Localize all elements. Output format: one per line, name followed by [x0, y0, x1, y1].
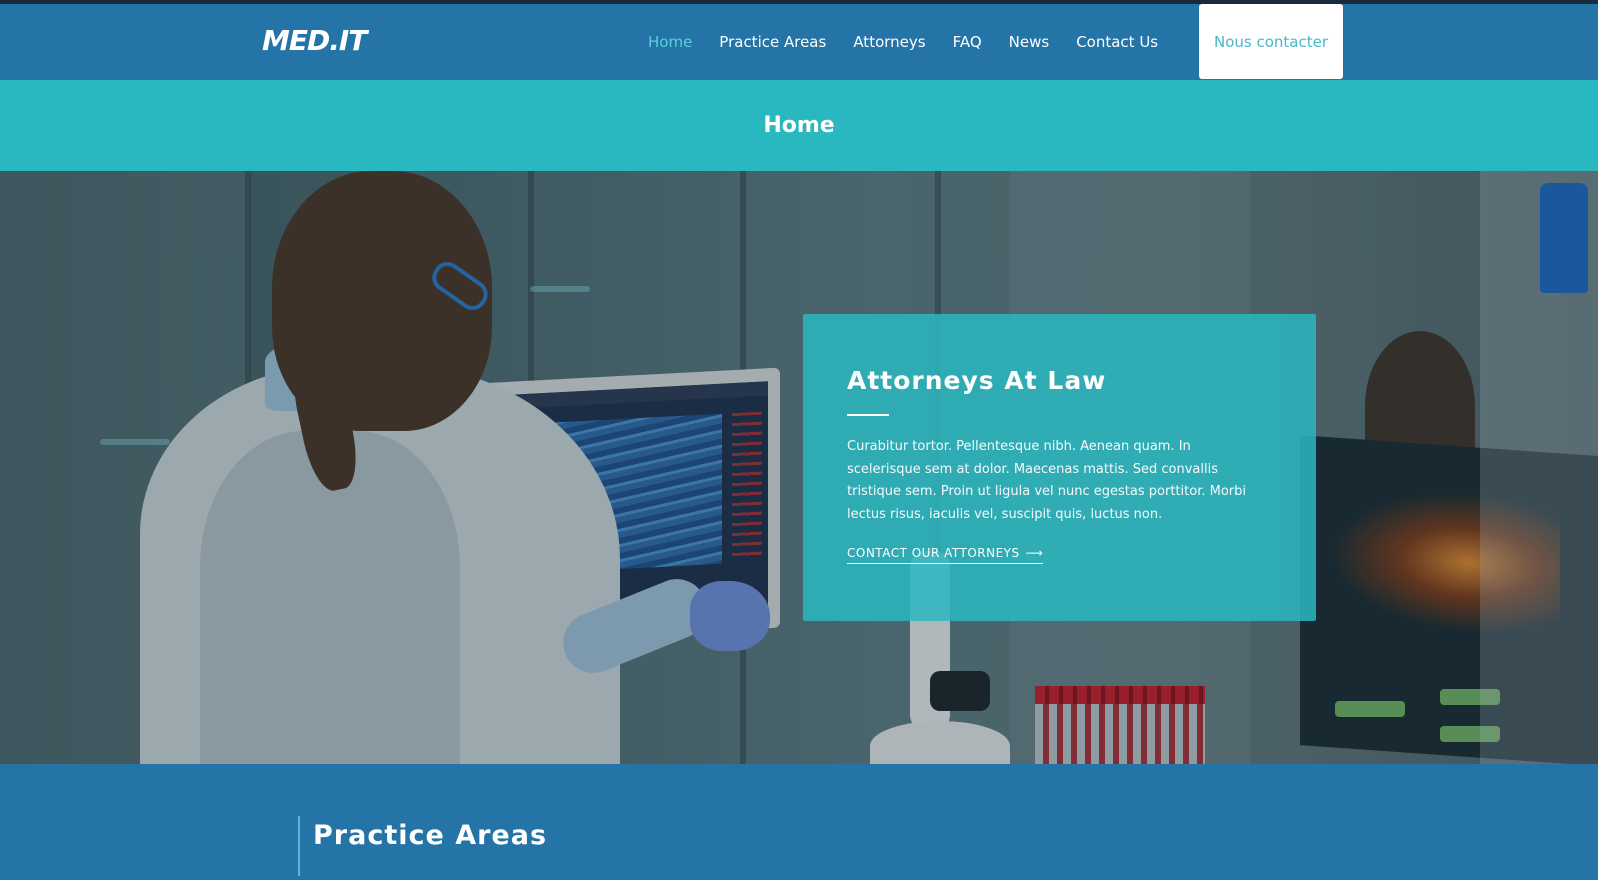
nav-link-faq[interactable]: FAQ	[953, 33, 982, 51]
contact-cta-button[interactable]: Nous contacter	[1199, 4, 1343, 79]
main-nav: Home Practice Areas Attorneys FAQ News C…	[648, 4, 1185, 80]
hero-card-text: Curabitur tortor. Pellentesque nibh. Aen…	[847, 439, 1246, 522]
page-title: Home	[763, 113, 835, 138]
contact-attorneys-link[interactable]: CONTACT OUR ATTORNEYS ⟶	[847, 546, 1044, 564]
hero-card-title: Attorneys At Law	[847, 366, 1107, 395]
nav-link-news[interactable]: News	[1009, 33, 1050, 51]
site-header: MED.IT Home Practice Areas Attorneys FAQ…	[0, 4, 1598, 80]
section-title: Practice Areas	[313, 820, 548, 851]
nav-link-home[interactable]: Home	[648, 33, 692, 51]
contact-attorneys-link-label: CONTACT OUR ATTORNEYS	[847, 546, 1020, 560]
section-accent-bar	[298, 816, 300, 876]
nav-link-practice-areas[interactable]: Practice Areas	[719, 33, 826, 51]
hero-banner: Attorneys At Law Curabitur tortor. Pelle…	[0, 171, 1598, 764]
hero-card-divider	[847, 414, 889, 416]
nav-link-attorneys[interactable]: Attorneys	[853, 33, 925, 51]
hero-dark-overlay	[0, 171, 1598, 764]
hero-card: Attorneys At Law Curabitur tortor. Pelle…	[803, 314, 1316, 621]
site-logo[interactable]: MED.IT	[262, 24, 367, 57]
arrow-right-icon: ⟶	[1025, 546, 1044, 560]
nav-link-contact-us[interactable]: Contact Us	[1076, 33, 1158, 51]
page-title-bar: Home	[0, 80, 1598, 171]
practice-areas-section: Practice Areas	[0, 764, 1598, 880]
